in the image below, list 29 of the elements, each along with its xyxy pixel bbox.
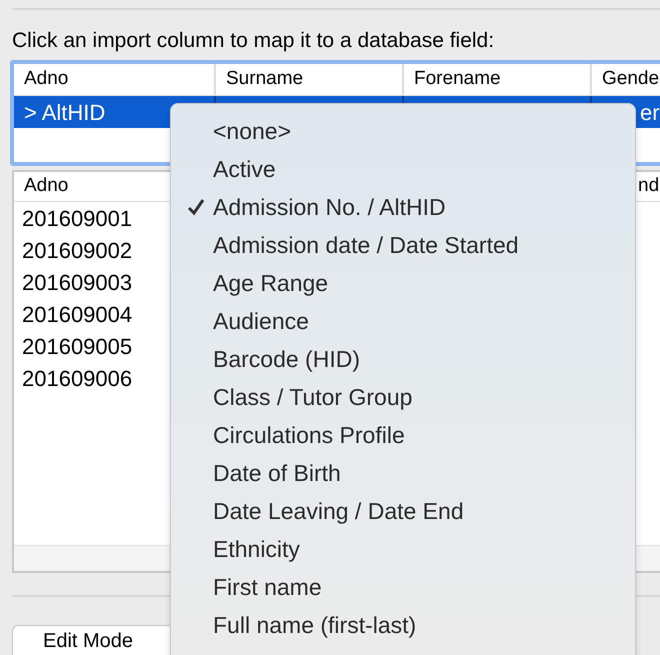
menu-item[interactable]: Date of Birth: [213, 456, 341, 490]
table-cell-text: > AltHID: [24, 98, 106, 126]
menu-item[interactable]: First name: [213, 570, 322, 604]
menu-item[interactable]: Barcode (HID): [213, 342, 360, 376]
menu-item[interactable]: Admission No. / AltHID: [213, 190, 446, 224]
table-cell-text: 201609005: [22, 332, 132, 360]
menu-item[interactable]: Date Leaving / Date End: [213, 494, 464, 528]
menu-item[interactable]: Admission date / Date Started: [213, 228, 519, 262]
table-cell-text: 201609003: [22, 268, 132, 296]
table-cell-text: 201609004: [22, 300, 132, 328]
menu-item[interactable]: Audience: [213, 304, 309, 338]
column-header[interactable]: Forename: [414, 65, 501, 94]
column-header[interactable]: Surname: [226, 65, 304, 94]
column-header[interactable]: Gende: [602, 65, 660, 94]
menu-item[interactable]: Active: [213, 152, 276, 186]
table-cell-text: 201609002: [22, 236, 132, 264]
column-header: Adno: [23, 174, 68, 198]
menu-item[interactable]: Class / Tutor Group: [213, 380, 412, 414]
table-cell-text: er: [640, 98, 660, 126]
table-cell-text: 201609001: [22, 204, 132, 232]
menu-item[interactable]: Full name (first-last): [213, 608, 416, 642]
instruction-text: Click an import column to map it to a database field:: [12, 28, 496, 54]
menu-item[interactable]: <none>: [213, 114, 292, 148]
menu-item[interactable]: Ethnicity: [213, 532, 300, 566]
menu-item[interactable]: Age Range: [213, 266, 328, 300]
column-header[interactable]: Adno: [24, 65, 68, 94]
menu-item[interactable]: Circulations Profile: [213, 418, 405, 452]
column-header: nd: [638, 174, 660, 198]
table-cell-text: 201609006: [22, 364, 132, 392]
